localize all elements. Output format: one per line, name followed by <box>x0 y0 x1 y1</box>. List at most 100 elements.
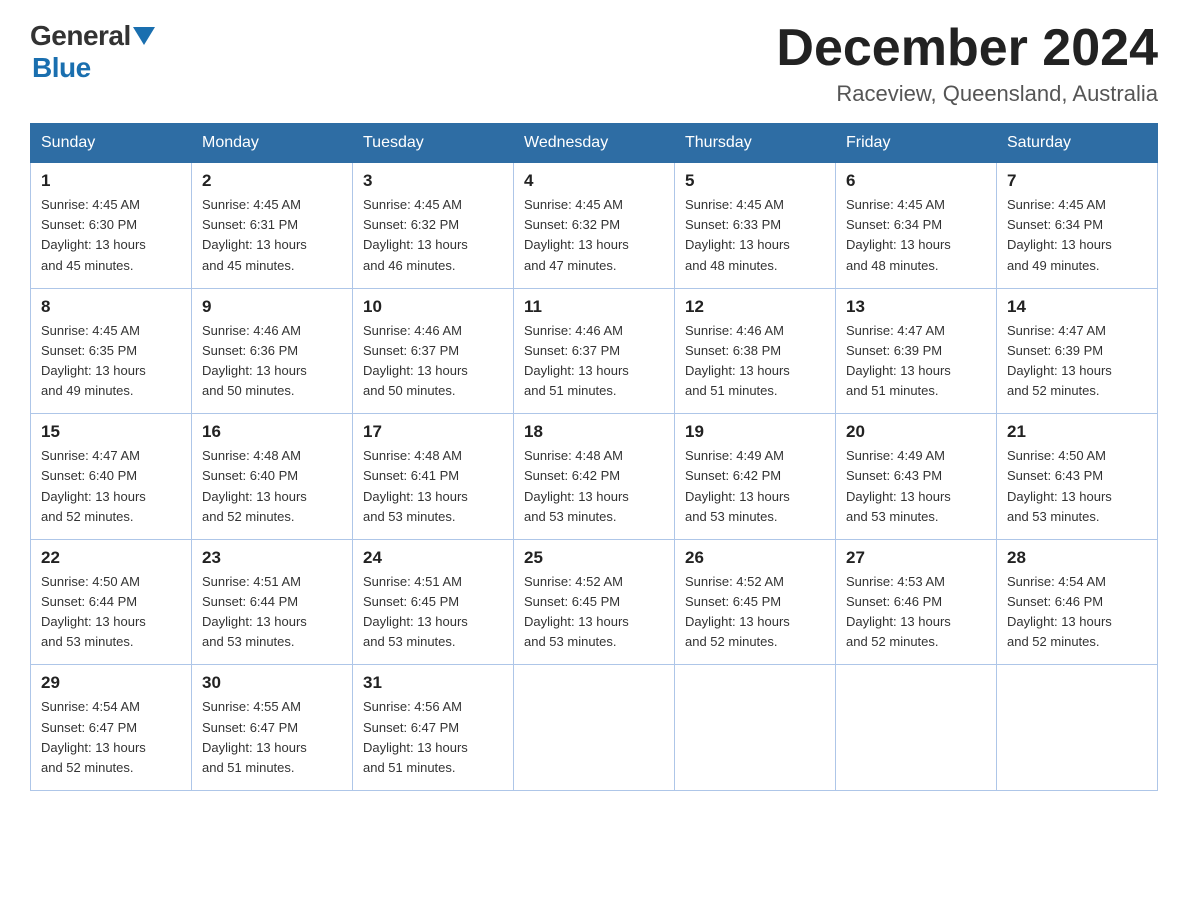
day-number: 21 <box>1007 422 1147 442</box>
calendar-week-row: 22 Sunrise: 4:50 AMSunset: 6:44 PMDaylig… <box>31 539 1158 665</box>
day-info: Sunrise: 4:49 AMSunset: 6:42 PMDaylight:… <box>685 448 790 523</box>
day-number: 18 <box>524 422 664 442</box>
day-info: Sunrise: 4:56 AMSunset: 6:47 PMDaylight:… <box>363 699 468 774</box>
day-info: Sunrise: 4:55 AMSunset: 6:47 PMDaylight:… <box>202 699 307 774</box>
calendar-cell: 27 Sunrise: 4:53 AMSunset: 6:46 PMDaylig… <box>836 539 997 665</box>
day-number: 31 <box>363 673 503 693</box>
day-number: 1 <box>41 171 181 191</box>
calendar-cell: 17 Sunrise: 4:48 AMSunset: 6:41 PMDaylig… <box>353 414 514 540</box>
day-number: 6 <box>846 171 986 191</box>
calendar-cell: 30 Sunrise: 4:55 AMSunset: 6:47 PMDaylig… <box>192 665 353 791</box>
calendar-cell: 12 Sunrise: 4:46 AMSunset: 6:38 PMDaylig… <box>675 288 836 414</box>
day-info: Sunrise: 4:54 AMSunset: 6:46 PMDaylight:… <box>1007 574 1112 649</box>
day-number: 10 <box>363 297 503 317</box>
day-info: Sunrise: 4:51 AMSunset: 6:44 PMDaylight:… <box>202 574 307 649</box>
day-info: Sunrise: 4:52 AMSunset: 6:45 PMDaylight:… <box>685 574 790 649</box>
col-sunday: Sunday <box>31 124 192 163</box>
calendar-cell: 4 Sunrise: 4:45 AMSunset: 6:32 PMDayligh… <box>514 163 675 289</box>
day-number: 24 <box>363 548 503 568</box>
day-number: 12 <box>685 297 825 317</box>
calendar-cell <box>514 665 675 791</box>
day-info: Sunrise: 4:54 AMSunset: 6:47 PMDaylight:… <box>41 699 146 774</box>
day-info: Sunrise: 4:45 AMSunset: 6:33 PMDaylight:… <box>685 197 790 272</box>
day-number: 15 <box>41 422 181 442</box>
day-number: 3 <box>363 171 503 191</box>
calendar-week-row: 1 Sunrise: 4:45 AMSunset: 6:30 PMDayligh… <box>31 163 1158 289</box>
day-number: 26 <box>685 548 825 568</box>
month-title: December 2024 <box>776 20 1158 77</box>
day-number: 7 <box>1007 171 1147 191</box>
calendar-cell: 13 Sunrise: 4:47 AMSunset: 6:39 PMDaylig… <box>836 288 997 414</box>
calendar-cell: 26 Sunrise: 4:52 AMSunset: 6:45 PMDaylig… <box>675 539 836 665</box>
day-info: Sunrise: 4:47 AMSunset: 6:39 PMDaylight:… <box>1007 323 1112 398</box>
day-number: 16 <box>202 422 342 442</box>
calendar-cell: 31 Sunrise: 4:56 AMSunset: 6:47 PMDaylig… <box>353 665 514 791</box>
calendar-cell: 24 Sunrise: 4:51 AMSunset: 6:45 PMDaylig… <box>353 539 514 665</box>
calendar-cell: 10 Sunrise: 4:46 AMSunset: 6:37 PMDaylig… <box>353 288 514 414</box>
calendar-cell: 1 Sunrise: 4:45 AMSunset: 6:30 PMDayligh… <box>31 163 192 289</box>
col-monday: Monday <box>192 124 353 163</box>
day-number: 17 <box>363 422 503 442</box>
day-info: Sunrise: 4:48 AMSunset: 6:42 PMDaylight:… <box>524 448 629 523</box>
day-info: Sunrise: 4:46 AMSunset: 6:37 PMDaylight:… <box>363 323 468 398</box>
day-number: 30 <box>202 673 342 693</box>
calendar-cell: 11 Sunrise: 4:46 AMSunset: 6:37 PMDaylig… <box>514 288 675 414</box>
day-number: 19 <box>685 422 825 442</box>
calendar-week-row: 15 Sunrise: 4:47 AMSunset: 6:40 PMDaylig… <box>31 414 1158 540</box>
calendar-table: Sunday Monday Tuesday Wednesday Thursday… <box>30 123 1158 791</box>
day-info: Sunrise: 4:46 AMSunset: 6:38 PMDaylight:… <box>685 323 790 398</box>
location-title: Raceview, Queensland, Australia <box>776 81 1158 107</box>
calendar-cell <box>997 665 1158 791</box>
logo-text-general: General <box>30 20 131 52</box>
logo-text-blue: Blue <box>32 52 91 83</box>
calendar-cell: 9 Sunrise: 4:46 AMSunset: 6:36 PMDayligh… <box>192 288 353 414</box>
day-number: 27 <box>846 548 986 568</box>
day-info: Sunrise: 4:45 AMSunset: 6:32 PMDaylight:… <box>524 197 629 272</box>
day-number: 5 <box>685 171 825 191</box>
day-info: Sunrise: 4:49 AMSunset: 6:43 PMDaylight:… <box>846 448 951 523</box>
day-number: 11 <box>524 297 664 317</box>
calendar-cell: 22 Sunrise: 4:50 AMSunset: 6:44 PMDaylig… <box>31 539 192 665</box>
day-info: Sunrise: 4:48 AMSunset: 6:40 PMDaylight:… <box>202 448 307 523</box>
calendar-cell: 25 Sunrise: 4:52 AMSunset: 6:45 PMDaylig… <box>514 539 675 665</box>
day-info: Sunrise: 4:52 AMSunset: 6:45 PMDaylight:… <box>524 574 629 649</box>
col-wednesday: Wednesday <box>514 124 675 163</box>
col-saturday: Saturday <box>997 124 1158 163</box>
calendar-cell: 21 Sunrise: 4:50 AMSunset: 6:43 PMDaylig… <box>997 414 1158 540</box>
calendar-cell: 7 Sunrise: 4:45 AMSunset: 6:34 PMDayligh… <box>997 163 1158 289</box>
calendar-cell: 2 Sunrise: 4:45 AMSunset: 6:31 PMDayligh… <box>192 163 353 289</box>
day-info: Sunrise: 4:46 AMSunset: 6:36 PMDaylight:… <box>202 323 307 398</box>
calendar-week-row: 29 Sunrise: 4:54 AMSunset: 6:47 PMDaylig… <box>31 665 1158 791</box>
calendar-cell: 6 Sunrise: 4:45 AMSunset: 6:34 PMDayligh… <box>836 163 997 289</box>
logo-triangle-icon <box>131 27 155 45</box>
col-thursday: Thursday <box>675 124 836 163</box>
day-info: Sunrise: 4:53 AMSunset: 6:46 PMDaylight:… <box>846 574 951 649</box>
day-info: Sunrise: 4:46 AMSunset: 6:37 PMDaylight:… <box>524 323 629 398</box>
calendar-cell: 18 Sunrise: 4:48 AMSunset: 6:42 PMDaylig… <box>514 414 675 540</box>
calendar-week-row: 8 Sunrise: 4:45 AMSunset: 6:35 PMDayligh… <box>31 288 1158 414</box>
day-info: Sunrise: 4:51 AMSunset: 6:45 PMDaylight:… <box>363 574 468 649</box>
calendar-cell: 23 Sunrise: 4:51 AMSunset: 6:44 PMDaylig… <box>192 539 353 665</box>
day-info: Sunrise: 4:47 AMSunset: 6:39 PMDaylight:… <box>846 323 951 398</box>
day-info: Sunrise: 4:45 AMSunset: 6:30 PMDaylight:… <box>41 197 146 272</box>
calendar-cell: 3 Sunrise: 4:45 AMSunset: 6:32 PMDayligh… <box>353 163 514 289</box>
calendar-cell: 29 Sunrise: 4:54 AMSunset: 6:47 PMDaylig… <box>31 665 192 791</box>
day-number: 8 <box>41 297 181 317</box>
day-info: Sunrise: 4:45 AMSunset: 6:32 PMDaylight:… <box>363 197 468 272</box>
day-number: 23 <box>202 548 342 568</box>
day-number: 13 <box>846 297 986 317</box>
day-info: Sunrise: 4:45 AMSunset: 6:34 PMDaylight:… <box>846 197 951 272</box>
logo: General Blue <box>30 20 155 84</box>
title-area: December 2024 Raceview, Queensland, Aust… <box>776 20 1158 107</box>
col-tuesday: Tuesday <box>353 124 514 163</box>
day-number: 9 <box>202 297 342 317</box>
day-number: 4 <box>524 171 664 191</box>
calendar-cell: 14 Sunrise: 4:47 AMSunset: 6:39 PMDaylig… <box>997 288 1158 414</box>
calendar-cell: 20 Sunrise: 4:49 AMSunset: 6:43 PMDaylig… <box>836 414 997 540</box>
day-number: 20 <box>846 422 986 442</box>
day-info: Sunrise: 4:50 AMSunset: 6:44 PMDaylight:… <box>41 574 146 649</box>
calendar-header-row: Sunday Monday Tuesday Wednesday Thursday… <box>31 124 1158 163</box>
calendar-cell <box>675 665 836 791</box>
day-number: 28 <box>1007 548 1147 568</box>
col-friday: Friday <box>836 124 997 163</box>
